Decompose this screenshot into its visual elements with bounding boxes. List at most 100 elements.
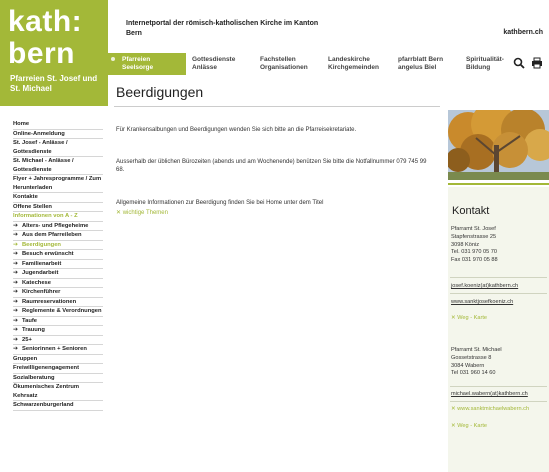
sidebar-item-label: Sozialberatung xyxy=(13,374,55,381)
sidebar-item-label: Gruppen xyxy=(13,355,38,362)
sidebar-item-schwarzenburgerland[interactable]: Schwarzenburgerland xyxy=(13,401,103,411)
right-column-divider xyxy=(448,183,549,185)
sidebar-item-kontakte[interactable]: Kontakte xyxy=(13,193,103,203)
sidebar-item-label: Kirchenführer xyxy=(22,289,61,295)
header-icons xyxy=(513,56,543,69)
sidebar-item-taufe[interactable]: ➔ Taufe xyxy=(13,317,103,326)
arrow-right-icon: ➔ xyxy=(13,298,19,305)
sidebar-item-label: Ökumenisches Zentrum Kehrsatz xyxy=(13,384,80,399)
sidebar-item-altersheime[interactable]: ➔ Alters- und Pflegeheime xyxy=(13,222,103,231)
print-icon[interactable] xyxy=(531,56,543,69)
arrow-right-icon: ➔ xyxy=(13,327,19,333)
site-tagline: Internetportal der römisch-katholischen … xyxy=(126,20,319,37)
josef-website-link[interactable]: www.sanktjosefkoeniz.ch xyxy=(451,299,513,305)
nav-label-line2: Organisationen xyxy=(260,64,308,71)
wichtige-themen-label: wichtige Themen xyxy=(122,210,168,216)
sidebar-item-trauung[interactable]: ➔ Trauung xyxy=(13,326,103,336)
nav-item-gottesdienste[interactable]: Gottesdienste Anlässe xyxy=(186,53,254,75)
sidebar-item-label: Schwarzenburgerland xyxy=(13,402,74,408)
josef-name: Pfarramt St. Josef xyxy=(451,226,496,232)
sidebar-item-label: Kontakte xyxy=(13,194,38,200)
arrow-right-icon: ➔ xyxy=(13,289,19,295)
cross-arrows-icon: ✕ xyxy=(451,406,456,412)
sidebar-item-senioren[interactable]: ➔ Seniorinnen + Senioren xyxy=(13,345,103,355)
sidebar-item-home[interactable]: Home xyxy=(13,120,103,130)
sidebar-item-label: Online-Anmeldung xyxy=(13,130,65,137)
divider xyxy=(450,386,547,387)
sidebar-item-label: Beerdigungen xyxy=(22,241,61,248)
divider xyxy=(450,277,547,278)
sidebar-item-josef-anlaesse[interactable]: St. Josef - Anlässe / Gottesdienste xyxy=(13,139,103,157)
michael-email-link[interactable]: michael.wabern(at)kathbern.ch xyxy=(451,391,528,397)
sidebar-item-online-anmeldung[interactable]: Online-Anmeldung xyxy=(13,130,103,139)
logo-line-2: bern xyxy=(8,37,76,70)
autumn-tree-image xyxy=(448,110,549,180)
arrow-right-icon: ➔ xyxy=(13,279,19,286)
nav-label-line1: Spiritualität- xyxy=(466,56,504,63)
sidebar-item-label: Jugendarbeit xyxy=(22,270,59,276)
michael-website-link[interactable]: ✕ www.sanktmichaelwabern.ch xyxy=(451,406,529,412)
arrow-right-icon: ➔ xyxy=(13,270,19,276)
site-url-link[interactable]: kathbern.ch xyxy=(503,29,543,36)
josef-street: Stapfenstrasse 25 xyxy=(451,233,497,240)
josef-fax: Fax 031 970 05 88 xyxy=(451,257,498,264)
sidebar-item-flyer[interactable]: Flyer + Jahresprogramme / Zum Herunterla… xyxy=(13,175,103,193)
nav-label-line1: Pfarreien xyxy=(122,56,151,63)
sidebar-item-katechese[interactable]: ➔ Katechese xyxy=(13,279,103,288)
arrow-right-icon: ➔ xyxy=(13,260,19,267)
josef-map-link[interactable]: ✕ Weg - Karte xyxy=(451,315,487,321)
kontakt-title: Kontakt xyxy=(452,205,490,217)
sidebar-item-informationen[interactable]: Informationen von A - Z xyxy=(13,212,103,222)
logo-line-1: kath: xyxy=(8,5,83,38)
sidebar-item-offene-stellen[interactable]: Offene Stellen xyxy=(13,203,103,212)
sidebar-item-pfarreileben[interactable]: ➔ Aus dem Pfarreileben xyxy=(13,231,103,241)
nav-item-pfarrblatt[interactable]: pfarrblatt Bern angelus Biel xyxy=(392,53,460,75)
sidebar-item-freiwillig[interactable]: Freiwilligenengagement xyxy=(13,364,103,374)
sidebar-item-label: Alters- und Pflegeheime xyxy=(22,222,89,229)
sidebar-item-label: Raumreservationen xyxy=(22,298,77,305)
nav-item-pfarreien[interactable]: Pfarreien Seelsorge xyxy=(108,53,186,75)
site-logo[interactable]: kath: bern Pfarreien St. Josef und St. M… xyxy=(0,0,108,106)
sidebar-item-michael-anlaesse[interactable]: St. Michael - Anlässe / Gottesdienste xyxy=(13,157,103,175)
nav-item-fachstellen[interactable]: Fachstellen Organisationen xyxy=(254,53,322,75)
sidebar-item-familienarbeit[interactable]: ➔ Familienarbeit xyxy=(13,260,103,269)
nav-item-spiritualitaet[interactable]: Spiritualität- Bildung xyxy=(460,53,520,75)
sidebar-item-label: Home xyxy=(13,121,30,127)
nav-label-line1: Landeskirche xyxy=(328,56,370,63)
sidebar-item-jugendarbeit[interactable]: ➔ Jugendarbeit xyxy=(13,269,103,279)
josef-email-link[interactable]: josef.koeniz(at)kathbern.ch xyxy=(451,283,518,289)
sidebar-item-kirchenfuehrer[interactable]: ➔ Kirchenführer xyxy=(13,288,103,298)
title-divider xyxy=(114,106,440,107)
arrow-right-icon: ➔ xyxy=(13,317,19,324)
nav-label-line1: pfarrblatt Bern xyxy=(398,56,444,63)
sidebar-item-label: Seniorinnen + Senioren xyxy=(22,346,87,352)
nav-label-line2: Bildung xyxy=(466,64,491,71)
sidebar-item-beerdigungen[interactable]: ➔ Beerdigungen xyxy=(13,241,103,250)
divider xyxy=(450,401,547,402)
sidebar-item-label: Katechese xyxy=(22,279,52,286)
sidebar-item-sozialberatung[interactable]: Sozialberatung xyxy=(13,374,103,383)
sidebar-item-label: Offene Stellen xyxy=(13,203,52,210)
nav-item-landeskirche[interactable]: Landeskirche Kirchgemeinden xyxy=(322,53,392,75)
michael-map-link[interactable]: ✕ Weg - Karte xyxy=(451,423,487,429)
michael-map-label: Weg - Karte xyxy=(457,423,487,429)
sidebar-nav: Home Online-Anmeldung St. Josef - Anläss… xyxy=(13,120,103,411)
sidebar-item-label: St. Josef - Anlässe / Gottesdienste xyxy=(13,140,68,155)
sidebar-item-25plus[interactable]: ➔ 25+ xyxy=(13,336,103,345)
sidebar-item-oekumenisch[interactable]: Ökumenisches Zentrum Kehrsatz xyxy=(13,383,103,401)
sidebar-item-reglemente[interactable]: ➔ Reglemente & Verordnungen xyxy=(13,307,103,317)
cross-arrows-icon: ✕ xyxy=(116,210,122,216)
arrow-right-icon: ➔ xyxy=(13,232,19,238)
divider xyxy=(450,293,547,294)
wichtige-themen-link[interactable]: ✕ wichtige Themen xyxy=(116,209,168,216)
sidebar-item-label: Flyer + Jahresprogramme / Zum Herunterla… xyxy=(13,176,102,191)
content-paragraph-3: Allgemeine Informationen zur Beerdigung … xyxy=(116,200,324,206)
sidebar-item-besuch[interactable]: ➔ Besuch erwünscht xyxy=(13,250,103,260)
top-navigation: Pfarreien Seelsorge Gottesdienste Anläss… xyxy=(108,53,549,75)
sidebar-item-label: Trauung xyxy=(22,327,45,333)
arrow-right-icon: ➔ xyxy=(13,336,19,343)
sidebar-item-gruppen[interactable]: Gruppen xyxy=(13,355,103,364)
search-icon[interactable] xyxy=(513,56,525,69)
sidebar-item-raumreservationen[interactable]: ➔ Raumreservationen xyxy=(13,298,103,307)
josef-tel: Tel. 031 970 05 70 xyxy=(451,249,498,256)
